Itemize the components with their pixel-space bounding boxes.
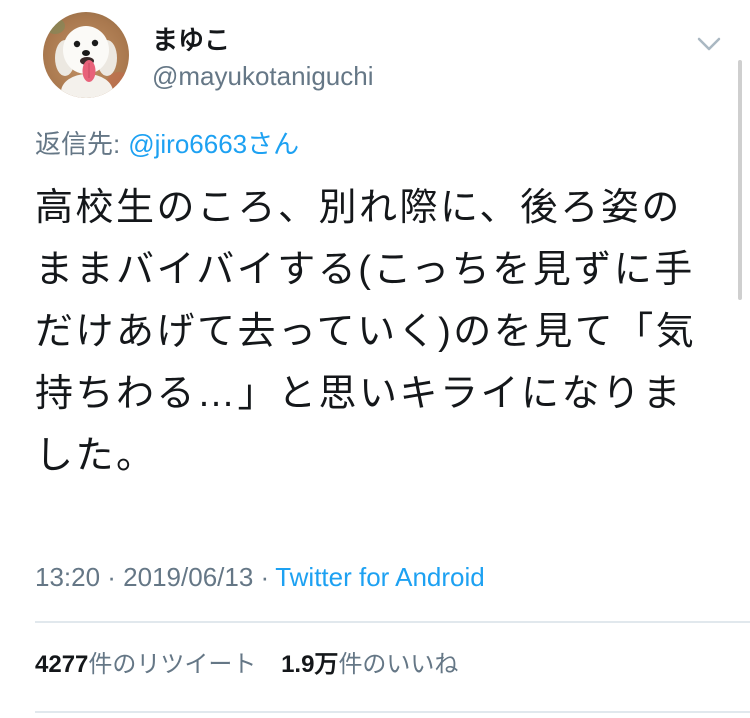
retweet-count-stat[interactable]: 4277件のリツイート	[35, 650, 256, 680]
tweet-text-line: 高校生のころ、別れ際に、後ろ姿の	[35, 187, 682, 229]
user-display-name[interactable]: まゆこ	[152, 24, 230, 56]
tweet-timestamp: 13:20 · 2019/06/13 ·	[35, 562, 270, 592]
divider	[35, 621, 750, 623]
divider	[35, 711, 750, 713]
reply-mention-link[interactable]: @jiro6663さん	[128, 129, 299, 159]
tweet-text: 高校生のころ、別れ際に、後ろ姿の ままバイバイする(こっちを見ずに手 だけあげて…	[35, 177, 735, 487]
like-count: 1.9万	[281, 651, 339, 678]
scrollbar-thumb[interactable]	[738, 60, 742, 300]
tweet-text-line: した。	[35, 435, 157, 477]
tweet-source-link[interactable]: Twitter for Android	[275, 562, 485, 592]
tweet-stats: 4277件のリツイート 1.9万件のいいね	[35, 650, 458, 680]
user-avatar[interactable]	[43, 12, 129, 98]
tweet-detail-view: まゆこ @mayukotaniguchi 返信先: @jiro6663さん 高校生…	[0, 0, 750, 718]
tweet-text-line: だけあげて去っていく)のを見て「気	[35, 311, 697, 353]
retweet-label: 件のリツイート	[88, 651, 257, 678]
tweet-text-line: ままバイバイする(こっちを見ずに手	[35, 249, 695, 291]
reply-label: 返信先:	[35, 129, 121, 159]
dog-photo-avatar-icon	[43, 12, 129, 98]
user-handle[interactable]: @mayukotaniguchi	[152, 60, 374, 92]
tweet-text-line: 持ちわる…」と思いキライになりま	[35, 373, 684, 415]
reply-context: 返信先: @jiro6663さん	[35, 128, 299, 160]
tweet-metadata: 13:20 · 2019/06/13 · Twitter for Android	[35, 561, 485, 593]
chevron-down-icon[interactable]	[696, 36, 722, 52]
like-count-stat[interactable]: 1.9万件のいいね	[281, 650, 458, 680]
like-label: 件のいいね	[338, 651, 459, 678]
retweet-count: 4277	[35, 651, 89, 678]
